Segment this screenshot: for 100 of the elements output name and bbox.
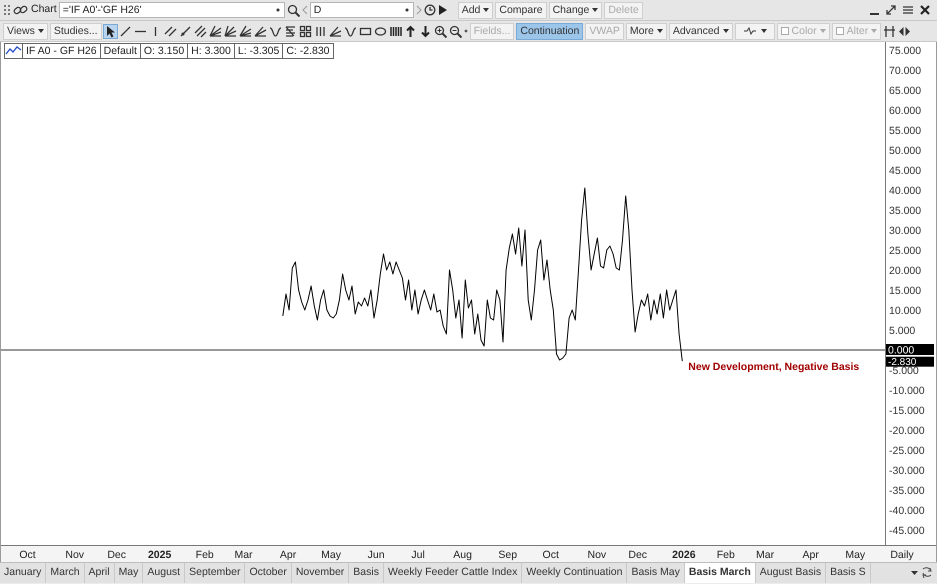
axis-label: 20.000: [889, 265, 922, 277]
axis-label: 55.000: [889, 125, 922, 137]
axis-label: Nov: [588, 549, 606, 561]
dot-icon[interactable]: [464, 29, 468, 33]
line-chart-icon: [5, 44, 22, 57]
axis-label: 2026: [672, 549, 696, 561]
axis-label: Feb: [716, 549, 735, 561]
fan-icon[interactable]: [208, 24, 222, 38]
diagonal-line-icon[interactable]: [118, 24, 132, 38]
axis-label: Feb: [196, 549, 214, 561]
overflow-caret-icon[interactable]: [910, 569, 918, 577]
menu-icon[interactable]: [902, 4, 914, 16]
axis-label: 5.000: [889, 325, 916, 337]
axis-label: -35.000: [889, 485, 925, 497]
legend-cell: C: -2.830: [282, 44, 333, 58]
sheet-tab[interactable]: Basis March: [684, 563, 756, 583]
value-marker: 0.000: [886, 344, 934, 356]
left-right-icon[interactable]: [898, 24, 912, 38]
axis-label: 50.000: [889, 145, 922, 157]
axis-label: -45.000: [889, 525, 925, 537]
caret-icon: [722, 28, 729, 34]
window-title: Chart: [31, 2, 57, 18]
pointer-icon[interactable]: [104, 24, 117, 38]
axis-title: Daily: [890, 549, 914, 561]
fan-icon[interactable]: [224, 24, 237, 38]
bars-icon[interactable]: [388, 24, 402, 38]
axis-label: -10.000: [889, 385, 925, 397]
fan-icon[interactable]: [254, 24, 267, 38]
fan-icon[interactable]: [238, 24, 252, 38]
axis-label: Aug: [453, 549, 472, 561]
axis-label: -20.000: [889, 425, 925, 437]
axis-label: Jun: [368, 549, 385, 561]
retracement-icon[interactable]: [284, 24, 297, 38]
dropdown-dot-icon[interactable]: [276, 8, 280, 12]
axis-label: 15.000: [889, 285, 922, 297]
axis-label: May: [321, 549, 341, 561]
axis-label: -30.000: [889, 465, 925, 477]
down-arrow-icon[interactable]: [418, 24, 432, 38]
legend-cell: IF A0 - GF H26: [22, 44, 100, 58]
axis-label: 30.000: [889, 225, 922, 237]
clock-icon[interactable]: [424, 4, 436, 16]
y-tick-label: 0.000: [888, 344, 914, 356]
crosshair-icon[interactable]: [883, 24, 896, 38]
axis-label: 35.000: [889, 205, 922, 217]
ellipse-icon[interactable]: [374, 24, 387, 38]
axis-label: Apr: [802, 549, 819, 561]
toolbar-button[interactable]: Studies...: [50, 22, 102, 40]
checkbox-icon: [836, 27, 844, 35]
grid-icon[interactable]: [298, 24, 312, 38]
axis-label: Apr: [280, 549, 296, 561]
axis-label: 2025: [148, 549, 172, 561]
play-icon[interactable]: [438, 4, 448, 16]
channel-icon[interactable]: [194, 24, 207, 38]
toolbar-button[interactable]: Continuation: [516, 22, 584, 40]
vertical-bars-icon[interactable]: [314, 24, 327, 38]
axis-label: 65.000: [889, 85, 922, 97]
ray-icon[interactable]: [178, 24, 192, 38]
axis-label: 45.000: [889, 165, 922, 177]
axis-label: Sep: [498, 549, 518, 561]
axis-label: Dec: [107, 549, 126, 561]
axis-label: Oct: [542, 549, 559, 561]
toolbar-button[interactable]: Advanced: [668, 22, 733, 40]
axis-label: -15.000: [889, 405, 925, 417]
parallel-lines-icon[interactable]: [164, 24, 177, 38]
maximize-icon[interactable]: [884, 4, 897, 16]
caret-icon: [592, 7, 598, 13]
link-icon[interactable]: [13, 3, 29, 17]
axis-label: Mar: [234, 549, 253, 561]
legend-cell: Default: [100, 44, 140, 58]
axis-label: Dec: [628, 549, 648, 561]
cycle-icon[interactable]: [268, 24, 282, 38]
refresh-icon[interactable]: [920, 566, 934, 580]
toolbar-button[interactable]: Change: [548, 2, 602, 18]
caret-icon: [760, 28, 767, 34]
up-arrow-icon[interactable]: [404, 24, 417, 38]
fan-icon[interactable]: [328, 24, 342, 38]
symbol-field[interactable]: ='IF A0'-'GF H26': [58, 2, 285, 18]
grip-icon[interactable]: [3, 3, 11, 17]
legend-cell: H: 3.300: [187, 44, 234, 58]
axis-label: 25.000: [889, 245, 922, 257]
interval-field[interactable]: D: [310, 2, 414, 18]
dropdown-dot-icon[interactable]: [404, 8, 409, 12]
caret-icon: [38, 28, 44, 34]
legend-cell: O: 3.150: [140, 44, 188, 58]
caret-icon: [820, 28, 826, 34]
close-icon[interactable]: [919, 4, 932, 16]
toolbar-button[interactable]: More: [626, 22, 667, 40]
search-icon[interactable]: [286, 4, 300, 16]
axis-label: 40.000: [889, 185, 922, 197]
toolbar-button[interactable]: Add: [458, 2, 494, 18]
axis-label: 75.000: [889, 45, 922, 57]
axis-label: Mar: [756, 549, 774, 561]
cycle-icon[interactable]: [344, 24, 357, 38]
caret-icon: [871, 28, 878, 34]
zoom-out-icon[interactable]: [448, 24, 462, 38]
toolbar-button[interactable]: Compare: [495, 2, 547, 18]
axis-label: Nov: [65, 549, 84, 561]
zoom-in-icon[interactable]: [434, 24, 447, 38]
toolbar-button[interactable]: [734, 22, 775, 40]
toolbar-button[interactable]: Views: [3, 22, 48, 40]
